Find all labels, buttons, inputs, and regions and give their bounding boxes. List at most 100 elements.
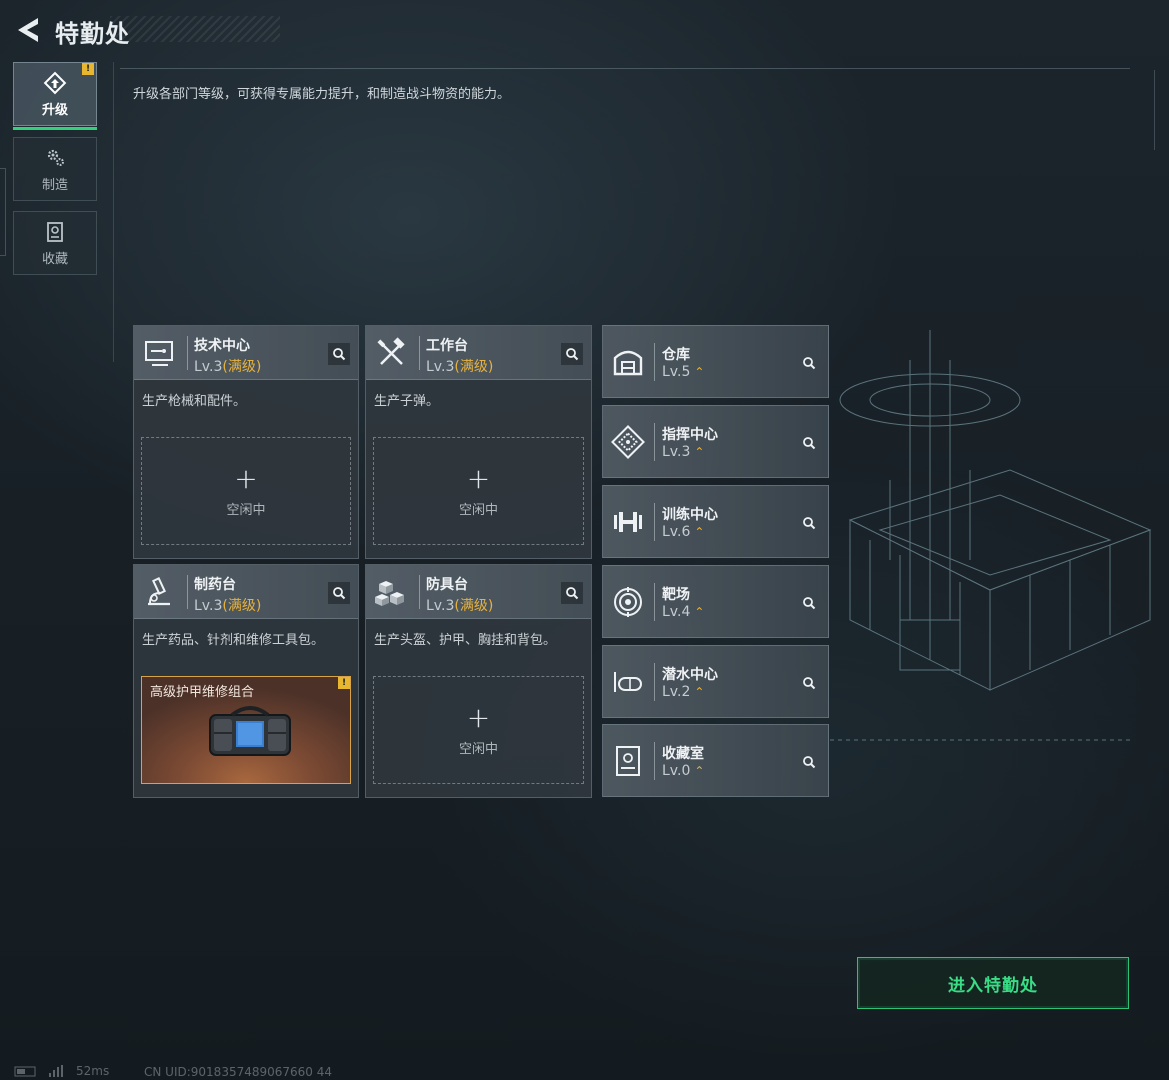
enter-special-ops-button[interactable]: 进入特勤处 xyxy=(857,957,1129,1009)
facility-name: 仓库 xyxy=(662,347,690,363)
level-text: Lv.3 xyxy=(194,598,223,614)
facility-name: 靶场 xyxy=(662,587,690,603)
facility-level: Lv.2 ⌃ xyxy=(662,684,704,700)
header-separator xyxy=(187,575,188,609)
nav-tab-collection[interactable]: 收藏 xyxy=(13,211,97,275)
gears-icon xyxy=(47,149,64,166)
row-separator xyxy=(654,423,655,461)
plus-icon: + xyxy=(466,700,491,734)
page-description: 升级各部门等级，可获得专属能力提升，和制造战斗物资的能力。 xyxy=(133,87,511,102)
inspect-button[interactable] xyxy=(798,352,820,374)
production-slot-empty[interactable]: + 空闲中 xyxy=(141,437,351,545)
ping-readout: 52ms xyxy=(76,1064,110,1078)
upgrade-arrow-icon: ⌃ xyxy=(694,525,705,539)
card-description: 生产枪械和配件。 xyxy=(142,394,247,409)
title-decor-stripe xyxy=(110,16,280,42)
production-slot-empty[interactable]: + 空闲中 xyxy=(373,437,584,545)
armor-repair-kit-image xyxy=(209,706,291,756)
card-title: 技术中心 xyxy=(194,338,250,354)
facility-row-diving-center[interactable]: 潜水中心 Lv.2 ⌃ xyxy=(602,645,829,718)
search-icon xyxy=(566,587,579,600)
diving-mask-icon xyxy=(614,672,642,692)
inspect-button[interactable] xyxy=(328,343,350,365)
nav-tab-craft[interactable]: 制造 xyxy=(13,137,97,201)
card-header: 制药台 Lv.3(满级) xyxy=(134,565,358,619)
card-description: 生产药品、针剂和维修工具包。 xyxy=(142,633,325,648)
max-level-tag: (满级) xyxy=(454,359,494,375)
facility-row-command-center[interactable]: 指挥中心 Lv.3 ⌃ xyxy=(602,405,829,478)
facility-card-tech-center: 技术中心 Lv.3(满级) 生产枪械和配件。 + 空闲中 xyxy=(133,325,359,559)
production-slot-item[interactable]: 高级护甲维修组合 ! xyxy=(141,676,351,784)
search-icon xyxy=(803,517,816,530)
facility-row-shooting-range[interactable]: 靶场 Lv.4 ⌃ xyxy=(602,565,829,638)
slot-status: 空闲中 xyxy=(458,741,498,757)
card-level: Lv.3(满级) xyxy=(194,356,261,376)
plus-icon: + xyxy=(466,461,491,495)
back-button[interactable] xyxy=(14,14,44,46)
facility-row-collection-room[interactable]: 收藏室 Lv.0 ⌃ xyxy=(602,724,829,797)
search-icon xyxy=(333,587,346,600)
search-icon xyxy=(803,677,816,690)
facility-level: Lv.5 ⌃ xyxy=(662,364,704,380)
search-icon xyxy=(803,597,816,610)
level-text: Lv.3 xyxy=(194,359,223,375)
nav-tab-upgrade[interactable]: 升级 ! xyxy=(13,62,97,130)
production-slot-empty[interactable]: + 空闲中 xyxy=(373,676,584,784)
facility-name: 训练中心 xyxy=(662,507,718,523)
nav-label-upgrade: 升级 xyxy=(41,102,68,118)
level-text: Lv.3 xyxy=(426,598,455,614)
inspect-button[interactable] xyxy=(798,672,820,694)
level-text: Lv.3 xyxy=(426,359,455,375)
inspect-button[interactable] xyxy=(798,751,820,773)
back-arrow-icon xyxy=(18,18,38,42)
user-uid: CN UID:9018357489067660 44 xyxy=(144,1065,333,1079)
row-separator xyxy=(654,742,655,780)
level-text: Lv.0 xyxy=(662,763,691,779)
search-icon xyxy=(566,348,579,361)
inspect-button[interactable] xyxy=(798,512,820,534)
header-separator xyxy=(419,336,420,370)
search-icon xyxy=(803,357,816,370)
upgrade-arrow-icon: ⌃ xyxy=(694,685,705,699)
facility-level: Lv.0 ⌃ xyxy=(662,763,704,779)
inspect-button[interactable] xyxy=(798,432,820,454)
card-level: Lv.3(满级) xyxy=(194,595,261,615)
product-alert-badge: ! xyxy=(338,677,350,689)
header-divider xyxy=(120,68,1130,69)
facility-card-pharmacy: 制药台 Lv.3(满级) 生产药品、针剂和维修工具包。 高级护甲维修组合 ! xyxy=(133,564,359,798)
facility-card-armor-bench: 防具台 Lv.3(满级) 生产头盔、护甲、胸挂和背包。 + 空闲中 xyxy=(365,564,592,798)
inspect-button[interactable] xyxy=(561,343,583,365)
max-level-tag: (满级) xyxy=(454,598,494,614)
inspect-button[interactable] xyxy=(798,592,820,614)
nav-label-craft: 制造 xyxy=(41,177,68,193)
inspect-button[interactable] xyxy=(328,582,350,604)
warehouse-icon xyxy=(613,350,643,376)
display-case-icon xyxy=(616,746,640,776)
search-icon xyxy=(803,437,816,450)
card-header: 防具台 Lv.3(满级) xyxy=(366,565,591,619)
side-drawer-handle[interactable] xyxy=(0,168,6,256)
enter-button-label: 进入特勤处 xyxy=(948,975,1038,996)
nav-divider xyxy=(113,62,114,362)
facility-row-training-center[interactable]: 训练中心 Lv.6 ⌃ xyxy=(602,485,829,558)
inspect-button[interactable] xyxy=(561,582,583,604)
facility-name: 指挥中心 xyxy=(662,427,718,443)
right-decor-line xyxy=(1143,70,1155,150)
facility-row-warehouse[interactable]: 仓库 Lv.5 ⌃ xyxy=(602,325,829,398)
upgrade-arrow-icon: ⌃ xyxy=(694,365,705,379)
dumbbell-icon xyxy=(614,512,642,532)
upgrade-icon xyxy=(43,71,67,94)
level-text: Lv.6 xyxy=(662,524,691,540)
card-title: 防具台 xyxy=(426,577,468,593)
signal-icon xyxy=(49,1065,63,1077)
row-separator xyxy=(654,583,655,621)
target-icon xyxy=(614,587,642,617)
max-level-tag: (满级) xyxy=(222,598,262,614)
nav-alert-badge: ! xyxy=(82,63,94,75)
row-separator xyxy=(654,503,655,541)
product-name: 高级护甲维修组合 xyxy=(150,685,255,700)
search-icon xyxy=(333,348,346,361)
plus-icon: + xyxy=(234,461,258,495)
command-icon xyxy=(611,425,645,459)
slot-status: 空闲中 xyxy=(226,502,266,518)
